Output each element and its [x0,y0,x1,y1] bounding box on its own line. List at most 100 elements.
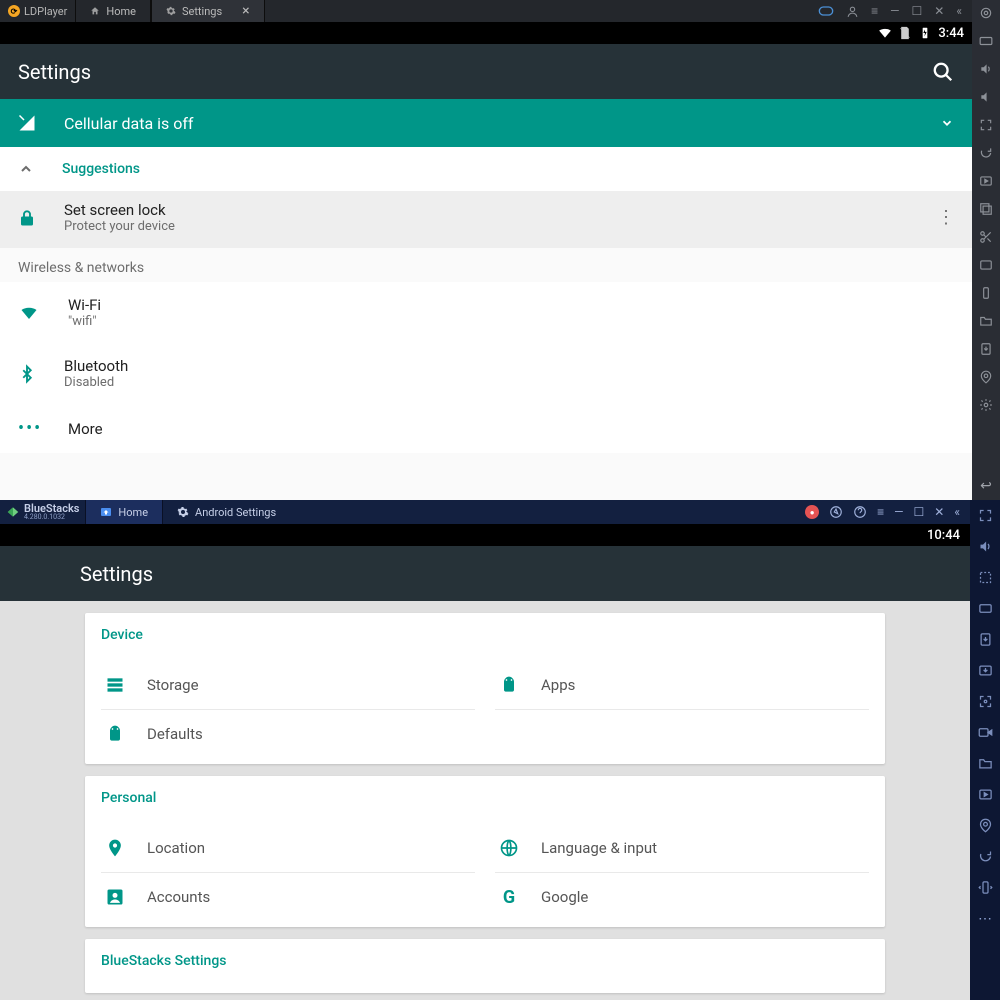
volume-icon[interactable] [978,539,993,554]
cellular-banner-label: Cellular data is off [64,114,193,133]
gear-icon [177,506,189,518]
home-icon [90,6,100,16]
storage-label: Storage [147,676,199,694]
item-storage[interactable]: Storage [101,661,475,710]
install-apk-icon[interactable] [978,632,993,647]
maximize-icon[interactable]: ☐ [912,4,923,18]
card-personal: Personal Location Language & input Accou… [85,776,885,927]
location-sidebar-icon[interactable] [979,370,993,384]
battery-charging-icon [918,26,932,40]
item-defaults[interactable]: Defaults [101,710,475,758]
screenshot-icon[interactable] [978,663,993,678]
gamepad-icon[interactable] [818,5,834,17]
bluetooth-title: Bluetooth [64,357,128,375]
compass-icon[interactable] [829,505,843,519]
lock-icon [18,208,36,228]
help-icon[interactable] [853,505,867,519]
refresh-icon[interactable] [979,146,993,160]
ldplayer-brand-label: LDPlayer [24,5,67,18]
bs-tab-home-label: Home [118,506,148,519]
bs-status-time: 10:44 [927,528,960,543]
more-tools-icon[interactable]: ⋯ [978,911,992,927]
bs-tab-home[interactable]: Home [85,500,162,524]
location-icon[interactable] [978,818,993,833]
bs-minimize-icon[interactable]: — [894,505,903,519]
return-icon[interactable]: ↩ [980,478,992,494]
suggestions-header[interactable]: Suggestions [0,147,972,191]
macro-icon[interactable] [978,787,993,802]
folder-icon[interactable] [978,756,993,771]
tab-home[interactable]: Home [75,0,151,22]
fullscreen-icon[interactable] [979,118,993,132]
card-bluestacks-settings: BlueStacks Settings [85,939,885,993]
item-language[interactable]: Language & input [495,824,869,873]
defaults-label: Defaults [147,725,203,743]
suggestion-screen-lock[interactable]: Set screen lock Protect your device ⋮ [0,191,972,248]
location-pin-icon [105,838,125,858]
setting-more[interactable]: ••• More [0,404,972,453]
crop-icon[interactable] [978,570,993,585]
bluestacks-brand: BlueStacks 4.280.0.1032 [0,503,85,521]
bs-maximize-icon[interactable]: ☐ [914,505,925,519]
item-location[interactable]: Location [101,824,475,873]
bluestacks-toolbar-sidebar: ⋯ [970,500,1000,1000]
google-icon: G [499,887,519,907]
menu-icon[interactable]: ≡ [871,4,878,18]
page-title: Settings [18,60,91,84]
globe-icon [499,838,519,858]
item-google[interactable]: G Google [495,873,869,921]
screenshot-sidebar-icon[interactable] [979,258,993,272]
apk-icon[interactable] [979,342,993,356]
home-icon [100,506,112,518]
account-icon [105,887,125,907]
bs-tab-android-settings[interactable]: Android Settings [162,500,290,524]
focus-icon[interactable] [978,694,993,709]
language-label: Language & input [541,839,657,857]
collapse-sidebar-icon[interactable]: « [956,4,962,18]
shake-icon[interactable] [978,880,993,895]
tab-home-label: Home [106,5,136,18]
target-icon[interactable] [979,6,993,20]
keyboard-controls-icon[interactable] [978,601,993,616]
play-icon[interactable] [979,174,993,188]
volume-icon[interactable] [979,62,993,76]
wifi-title: Wi-Fi [68,296,101,314]
rotate-icon[interactable] [978,849,993,864]
tab-settings[interactable]: Settings × [151,0,265,22]
suggestions-label: Suggestions [62,161,140,177]
bs-menu-icon[interactable]: ≡ [877,505,884,519]
scissors-icon[interactable] [979,230,993,244]
bluetooth-sub: Disabled [64,375,128,390]
close-window-icon[interactable]: ✕ [934,4,944,18]
bs-collapse-icon[interactable]: « [954,505,960,519]
setting-wifi[interactable]: Wi-Fi "wifi" [0,282,972,343]
multi-window-icon[interactable] [979,202,993,216]
record-icon[interactable] [978,725,993,740]
tab-settings-label: Settings [182,5,222,18]
phone-rotate-icon[interactable] [979,286,993,300]
item-accounts[interactable]: Accounts [101,873,475,921]
signal-off-icon [18,114,36,132]
volume-down-icon[interactable] [979,90,993,104]
wifi-icon [878,26,892,40]
folder-sidebar-icon[interactable] [979,314,993,328]
notification-badge-icon[interactable]: ● [805,505,819,519]
tab-close-icon[interactable]: × [242,3,249,19]
bs-close-icon[interactable]: ✕ [934,505,944,519]
ldplayer-toolbar-sidebar: ↩ [972,0,1000,500]
cellular-banner[interactable]: Cellular data is off [0,99,972,147]
user-icon[interactable] [846,5,859,18]
keyboard-icon[interactable] [979,34,993,48]
minimize-icon[interactable]: — [890,4,899,18]
settings-sidebar-icon[interactable] [979,398,993,412]
card-bs-settings-head: BlueStacks Settings [101,953,869,969]
section-wireless: Wireless & networks [0,248,972,282]
item-apps[interactable]: Apps [495,661,869,710]
location-label: Location [147,839,205,857]
google-label: Google [541,888,588,906]
search-icon[interactable] [932,61,954,83]
settings-toolbar: Settings [0,44,972,99]
setting-bluetooth[interactable]: Bluetooth Disabled [0,343,972,404]
more-dots-icon[interactable]: ⋮ [937,207,954,228]
fullscreen-icon[interactable] [978,508,993,523]
